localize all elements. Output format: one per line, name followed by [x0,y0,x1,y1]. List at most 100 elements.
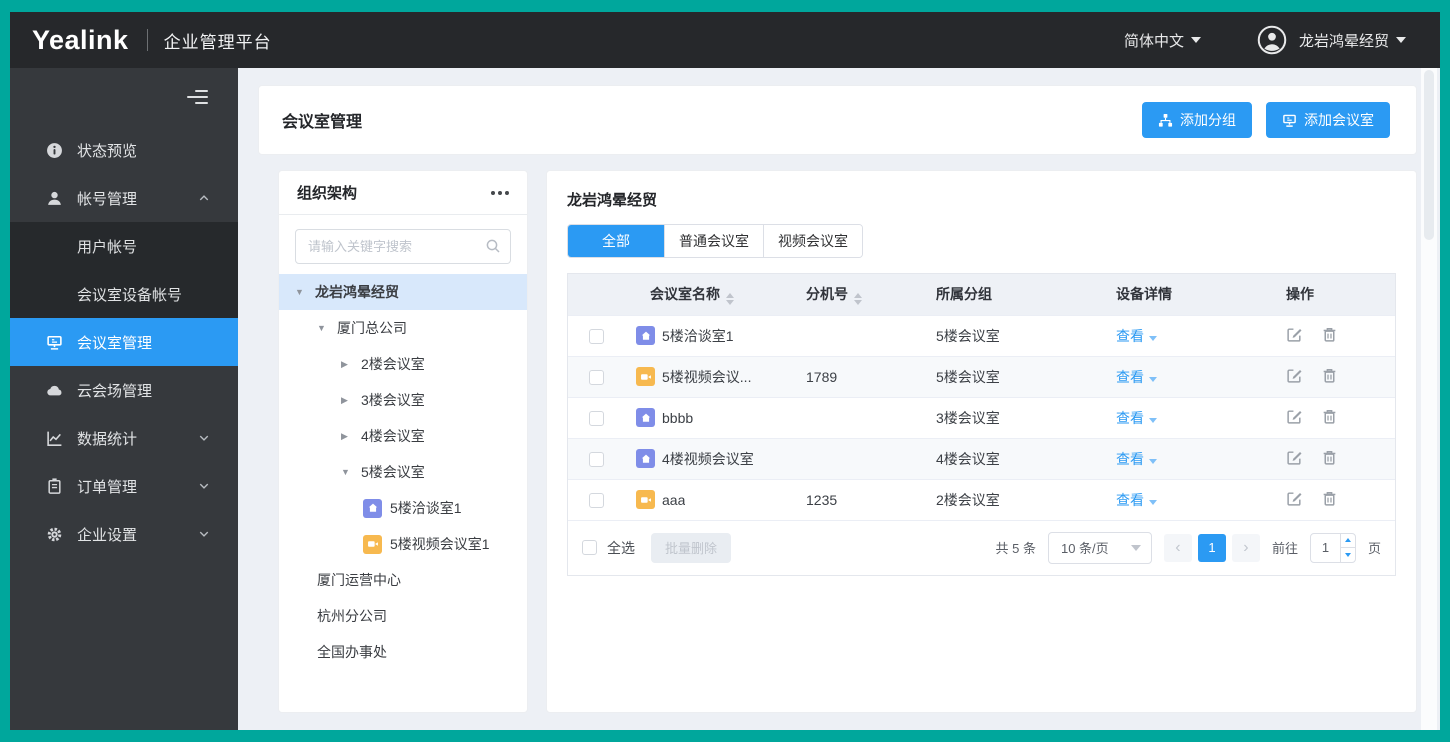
tree-node-5楼洽谈室1[interactable]: 5楼洽谈室1 [279,490,527,526]
chevron-up-icon [198,192,210,204]
device-detail-cell: 查看 [1104,314,1274,356]
operations-cell [1274,355,1395,397]
tree-expand-icon[interactable]: ▼ [317,323,329,333]
row-checkbox[interactable] [588,369,604,385]
view-device-link[interactable]: 查看 [1116,451,1144,467]
tab-all[interactable]: 全部 [568,225,664,257]
batch-delete-button[interactable]: 批量删除 [651,532,732,563]
add-meeting-room-button[interactable]: 添加会议室 [1266,102,1390,138]
delete-icon[interactable] [1321,490,1338,507]
delete-icon[interactable] [1321,326,1338,343]
column-header-extension[interactable]: 分机号 [794,274,924,315]
video-icon [636,490,655,509]
sidebar-item-会议室管理[interactable]: 会议室管理 [10,318,238,366]
operations-cell [1274,314,1395,356]
row-checkbox[interactable] [588,410,604,426]
page-title: 会议室管理 [282,114,363,131]
tree-node-厦门运营中心[interactable]: 厦门运营中心 [279,562,527,598]
tree-collapse-icon[interactable]: ▶ [341,395,353,406]
page-header-card: 会议室管理 添加分组 添加会议室 [258,85,1417,155]
total-count: 共 5 条 [995,541,1036,556]
edit-icon[interactable] [1286,449,1303,466]
chevron-down-icon [1190,37,1201,43]
tree-node-厦门总公司[interactable]: ▼ 厦门总公司 [279,310,527,346]
device-detail-cell: 查看 [1104,478,1274,520]
table-row: bbbb 3楼会议室 查看 [568,396,1395,438]
sidebar-item-订单管理[interactable]: 订单管理 [10,462,238,510]
avatar-icon[interactable] [1257,25,1287,55]
delete-icon[interactable] [1321,367,1338,384]
row-checkbox[interactable] [588,492,604,508]
room-name-cell: 5楼视频会议... [624,355,794,397]
sidebar-item-云会场管理[interactable]: 云会场管理 [10,366,238,414]
tree-node-3楼会议室[interactable]: ▶ 3楼会议室 [279,382,527,418]
tree-collapse-icon[interactable]: ▶ [341,431,353,442]
tree-collapse-icon[interactable]: ▶ [341,359,353,370]
group-cell: 5楼会议室 [924,314,1104,356]
org-panel-title: 组织架构 [297,185,358,202]
select-all-checkbox[interactable] [582,540,597,555]
tree-node-全国办事处[interactable]: 全国办事处 [279,634,527,670]
next-page-button[interactable]: › [1231,533,1260,562]
main-area: 会议室管理 添加分组 添加会议室 组织架构 请输入关键字搜索 ▼ 龙岩鸿晕经贸 … [238,68,1440,730]
column-header-room-name[interactable]: 会议室名称 [624,274,794,315]
goto-label: 前往 [1271,541,1298,556]
group-cell: 5楼会议室 [924,355,1104,397]
edit-icon[interactable] [1286,367,1303,384]
page-scrollbar[interactable] [1421,68,1437,730]
row-checkbox-cell [568,314,624,356]
page-size-select[interactable]: 10 条/页 [1047,531,1152,564]
tree-node-4楼会议室[interactable]: ▶ 4楼会议室 [279,418,527,454]
tree-node-龙岩鸿晕经贸[interactable]: ▼ 龙岩鸿晕经贸 [279,274,527,310]
row-checkbox[interactable] [588,328,604,344]
tab-video-rooms[interactable]: 视频会议室 [763,225,862,257]
delete-icon[interactable] [1321,408,1338,425]
yealink-logo: Yealink [32,24,129,55]
more-actions-icon[interactable] [491,187,509,199]
goto-page-input[interactable]: 1 [1309,532,1356,563]
tree-node-5楼视频会议室1[interactable]: 5楼视频会议室1 [279,526,527,562]
prev-page-button[interactable]: ‹ [1163,533,1192,562]
sort-icon[interactable] [726,292,734,305]
add-group-button[interactable]: 添加分组 [1142,102,1252,138]
sidebar-subitem-用户帐号[interactable]: 用户帐号 [10,222,238,270]
chevron-down-icon [1396,37,1406,43]
extension-cell [794,314,924,356]
spinner-up-icon[interactable] [1341,534,1355,548]
tree-node-杭州分公司[interactable]: 杭州分公司 [279,598,527,634]
tree-node-5楼会议室[interactable]: ▼ 5楼会议室 [279,454,527,490]
page-number-button[interactable]: 1 [1197,533,1226,562]
sidebar-item-状态预览[interactable]: 状态预览 [10,126,238,174]
org-search-input[interactable] [295,229,511,264]
view-device-link[interactable]: 查看 [1116,492,1144,508]
tree-expand-icon[interactable]: ▼ [295,287,307,297]
sitemap-icon [1158,113,1173,127]
spinner-down-icon[interactable] [1340,547,1355,562]
sidebar-subitem-会议室设备帐号[interactable]: 会议室设备帐号 [10,270,238,318]
edit-icon[interactable] [1286,326,1303,343]
sort-icon[interactable] [854,292,862,305]
meeting-room-table: 会议室名称 分机号 所属分组 设备详情 操作 5楼洽谈室1 5楼会议室 查看 5楼视频… [567,273,1396,576]
sidebar-collapse-icon[interactable] [187,90,208,104]
view-device-link[interactable]: 查看 [1116,410,1144,426]
video-icon [363,534,382,554]
account-menu[interactable]: 龙岩鸿晕经贸 [1299,30,1406,51]
column-header-device-detail: 设备详情 [1104,274,1274,315]
delete-icon[interactable] [1321,449,1338,466]
scrollbar-thumb[interactable] [1424,70,1434,240]
tree-node-2楼会议室[interactable]: ▶ 2楼会议室 [279,346,527,382]
view-device-link[interactable]: 查看 [1116,369,1144,385]
edit-icon[interactable] [1286,408,1303,425]
select-all-label: 全选 [607,539,635,556]
tab-normal-rooms[interactable]: 普通会议室 [664,225,763,257]
row-checkbox[interactable] [588,451,604,467]
tree-expand-icon[interactable]: ▼ [341,467,353,477]
language-selector[interactable]: 简体中文 [1124,30,1201,51]
sidebar-item-帐号管理[interactable]: 帐号管理 [10,174,238,222]
sidebar-item-数据统计[interactable]: 数据统计 [10,414,238,462]
view-device-link[interactable]: 查看 [1116,328,1144,344]
edit-icon[interactable] [1286,490,1303,507]
operations-cell [1274,478,1395,520]
app-window: Yealink 企业管理平台 简体中文 龙岩鸿晕经贸 状态预览 帐号管理 用户帐号会… [10,12,1440,730]
sidebar-item-企业设置[interactable]: 企业设置 [10,510,238,558]
